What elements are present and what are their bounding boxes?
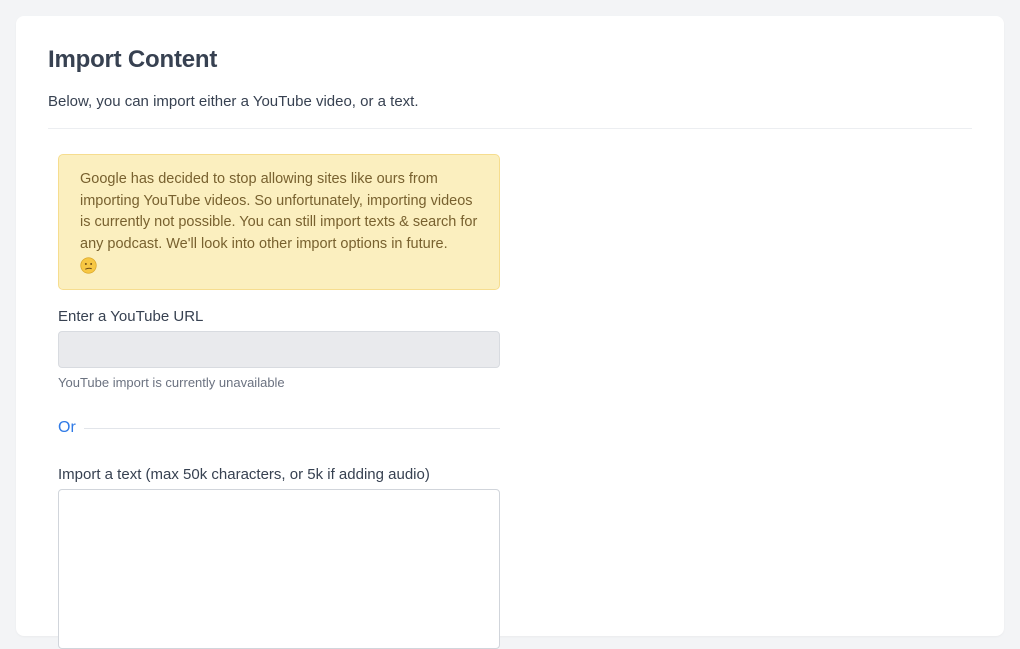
youtube-url-label: Enter a YouTube URL xyxy=(58,308,204,325)
confused-face-icon xyxy=(80,257,97,274)
notice-text: Google has decided to stop allowing site… xyxy=(80,171,478,252)
or-divider-line xyxy=(84,428,500,429)
or-label: Or xyxy=(58,419,76,436)
or-divider: Or xyxy=(58,419,500,439)
page-subtitle: Below, you can import either a YouTube v… xyxy=(48,93,419,110)
import-text-label: Import a text (max 50k characters, or 5k… xyxy=(58,466,430,483)
youtube-url-input[interactable] xyxy=(58,331,500,368)
import-text-area[interactable] xyxy=(58,489,500,649)
header-divider xyxy=(48,128,972,129)
youtube-unavailable-help-text: YouTube import is currently unavailable xyxy=(58,375,285,390)
youtube-unavailable-notice: Google has decided to stop allowing site… xyxy=(58,154,500,290)
page-title: Import Content xyxy=(48,46,218,73)
import-content-card: Import Content Below, you can import eit… xyxy=(16,16,1004,649)
